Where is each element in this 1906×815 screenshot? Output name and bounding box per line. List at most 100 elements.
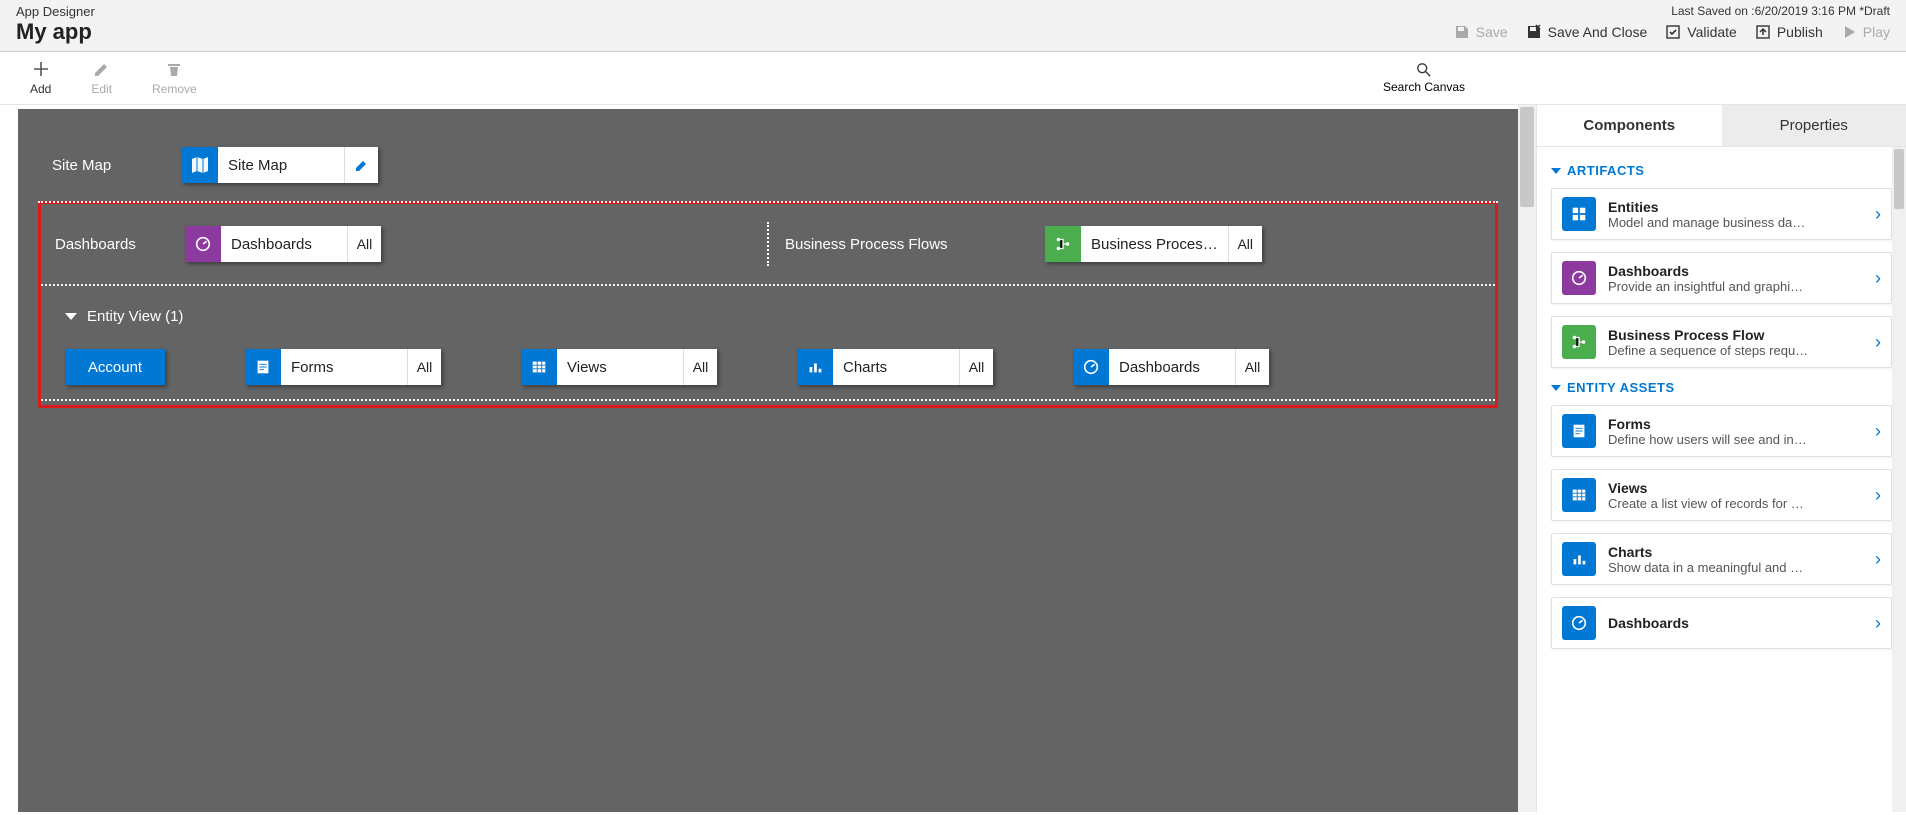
sitemap-edit-button[interactable] xyxy=(344,147,378,183)
publish-label: Publish xyxy=(1777,24,1823,40)
publish-button[interactable]: Publish xyxy=(1755,24,1823,40)
sitemap-tile[interactable]: Site Map xyxy=(182,147,378,183)
views-tile[interactable]: Views All xyxy=(521,349,717,385)
component-bpf[interactable]: Business Process Flow Define a sequence … xyxy=(1551,316,1892,368)
dashboards-tile-label: Dashboards xyxy=(221,226,347,262)
component-dashboards-2[interactable]: Dashboards › xyxy=(1551,597,1892,649)
publish-icon xyxy=(1755,24,1771,40)
save-button[interactable]: Save xyxy=(1454,24,1508,40)
views-tile-label: Views xyxy=(557,349,683,385)
component-charts[interactable]: Charts Show data in a meaningful and … › xyxy=(1551,533,1892,585)
group-entity-assets[interactable]: ENTITY ASSETS xyxy=(1551,380,1892,395)
forms-extra[interactable]: All xyxy=(407,349,441,385)
charts-desc: Show data in a meaningful and … xyxy=(1608,560,1869,575)
bar-chart-icon xyxy=(1562,542,1596,576)
views-desc: Create a list view of records for … xyxy=(1608,496,1869,511)
scrollbar-thumb[interactable] xyxy=(1520,107,1534,207)
tab-components[interactable]: Components xyxy=(1537,105,1722,146)
chevron-right-icon: › xyxy=(1875,268,1881,289)
app-name: My app xyxy=(16,19,92,45)
edit-label: Edit xyxy=(91,82,112,96)
search-canvas-label: Search Canvas xyxy=(1383,80,1465,94)
entities-desc: Model and manage business da… xyxy=(1608,215,1869,230)
component-dashboards[interactable]: Dashboards Provide an insightful and gra… xyxy=(1551,252,1892,304)
chevron-right-icon: › xyxy=(1875,204,1881,225)
designer-title: App Designer xyxy=(16,4,95,19)
save-icon xyxy=(1454,24,1470,40)
map-icon xyxy=(182,147,218,183)
forms-tile[interactable]: Forms All xyxy=(245,349,441,385)
validate-icon xyxy=(1665,24,1681,40)
plus-icon xyxy=(32,60,50,78)
chevron-right-icon: › xyxy=(1875,613,1881,634)
chevron-down-icon xyxy=(65,313,77,320)
save-and-close-button[interactable]: Save And Close xyxy=(1526,24,1648,40)
charts-extra[interactable]: All xyxy=(959,349,993,385)
form-icon xyxy=(1562,414,1596,448)
component-views[interactable]: Views Create a list view of records for … xyxy=(1551,469,1892,521)
chevron-down-icon xyxy=(1551,168,1561,174)
app-header: App Designer Last Saved on :6/20/2019 3:… xyxy=(0,0,1906,52)
group-artifacts[interactable]: ARTIFACTS xyxy=(1551,163,1892,178)
table-icon xyxy=(521,349,557,385)
entity-dashboards-tile-label: Dashboards xyxy=(1109,349,1235,385)
design-canvas[interactable]: Site Map Site Map Dashbo xyxy=(18,109,1518,812)
gauge-icon xyxy=(185,226,221,262)
play-icon xyxy=(1841,24,1857,40)
entity-dashboards-extra[interactable]: All xyxy=(1235,349,1269,385)
sitemap-section-label: Site Map xyxy=(52,157,182,174)
bpf-section-label: Business Process Flows xyxy=(785,236,1045,253)
save-label: Save xyxy=(1476,24,1508,40)
components-panel: ARTIFACTS Entities Model and manage busi… xyxy=(1537,147,1906,812)
chevron-right-icon: › xyxy=(1875,421,1881,442)
charts-tile[interactable]: Charts All xyxy=(797,349,993,385)
entity-account-button[interactable]: Account xyxy=(65,349,165,385)
add-button[interactable]: Add xyxy=(30,60,51,96)
entity-account-label: Account xyxy=(88,359,142,376)
tab-properties[interactable]: Properties xyxy=(1722,105,1906,146)
bpf-tile[interactable]: Business Proces… All xyxy=(1045,226,1262,262)
panel-scrollbar[interactable] xyxy=(1892,147,1906,812)
entity-view-title: Entity View (1) xyxy=(87,308,183,325)
gauge-icon xyxy=(1073,349,1109,385)
bpf-desc: Define a sequence of steps requ… xyxy=(1608,343,1869,358)
views-extra[interactable]: All xyxy=(683,349,717,385)
views-title: Views xyxy=(1608,480,1869,496)
charts-tile-label: Charts xyxy=(833,349,959,385)
table-icon xyxy=(1562,478,1596,512)
dashboards-title: Dashboards xyxy=(1608,263,1869,279)
validate-label: Validate xyxy=(1687,24,1737,40)
entity-view-header[interactable]: Entity View (1) xyxy=(41,286,1495,335)
form-icon xyxy=(245,349,281,385)
entity-dashboards-tile[interactable]: Dashboards All xyxy=(1073,349,1269,385)
forms-title: Forms xyxy=(1608,416,1869,432)
canvas-scrollbar[interactable] xyxy=(1518,105,1536,812)
bpf-extra[interactable]: All xyxy=(1228,226,1262,262)
pencil-icon xyxy=(93,60,111,78)
artifacts-heading: ARTIFACTS xyxy=(1567,163,1644,178)
dashboards2-title: Dashboards xyxy=(1608,615,1869,631)
validate-button[interactable]: Validate xyxy=(1665,24,1737,40)
dashboards-tile[interactable]: Dashboards All xyxy=(185,226,381,262)
scrollbar-thumb[interactable] xyxy=(1894,149,1904,209)
vertical-divider xyxy=(767,222,769,266)
save-close-label: Save And Close xyxy=(1548,24,1648,40)
dashboards-extra[interactable]: All xyxy=(347,226,381,262)
bpf-tile-label: Business Proces… xyxy=(1081,226,1228,262)
search-canvas-button[interactable]: Search Canvas xyxy=(1383,62,1465,94)
entities-title: Entities xyxy=(1608,199,1869,215)
dashboards-section-label: Dashboards xyxy=(55,236,185,253)
component-forms[interactable]: Forms Define how users will see and in… … xyxy=(1551,405,1892,457)
dashboards-desc: Provide an insightful and graphi… xyxy=(1608,279,1869,294)
play-button[interactable]: Play xyxy=(1841,24,1890,40)
remove-button[interactable]: Remove xyxy=(152,60,197,96)
trash-icon xyxy=(165,60,183,78)
flow-icon xyxy=(1045,226,1081,262)
highlighted-region: Dashboards Dashboards All Busine xyxy=(38,201,1498,408)
bpf-title: Business Process Flow xyxy=(1608,327,1869,343)
right-panel: Components Properties ARTIFACTS Entities… xyxy=(1536,105,1906,812)
component-entities[interactable]: Entities Model and manage business da… › xyxy=(1551,188,1892,240)
edit-button[interactable]: Edit xyxy=(91,60,112,96)
chevron-right-icon: › xyxy=(1875,485,1881,506)
last-saved-label: Last Saved on :6/20/2019 3:16 PM *Draft xyxy=(1671,4,1890,18)
